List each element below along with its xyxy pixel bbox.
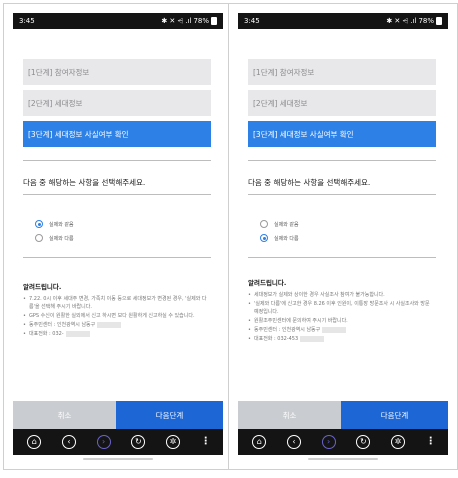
browser-nav-bar: ⌂ ‹ › ↻ ✲ ⋮	[238, 429, 448, 455]
status-time: 3:45	[244, 17, 260, 25]
option-different[interactable]: 실제와 다름	[260, 232, 299, 244]
step-1[interactable]: [1단계] 참여자정보	[248, 59, 436, 85]
phone-screen: 3:45 ✱ ✕ ⩤ .ıl 78% [1단계] 참여자정보 [2단계] 세대정…	[238, 13, 448, 463]
next-step-button[interactable]: 다음단계	[341, 401, 448, 429]
refresh-icon[interactable]: ↻	[356, 435, 371, 449]
more-icon[interactable]: ⋮	[201, 437, 211, 447]
footer-buttons: 취소 다음단계	[238, 401, 448, 429]
divider	[23, 194, 211, 195]
home-icon[interactable]: ⌂	[27, 435, 42, 449]
divider	[23, 257, 211, 258]
notice-item: 동주민센터 : 인천광역시 남동구	[248, 326, 434, 334]
settings-icon[interactable]: ✲	[390, 435, 405, 449]
battery-icon	[211, 17, 217, 25]
redacted-block	[322, 326, 347, 333]
more-icon[interactable]: ⋮	[426, 437, 436, 447]
radio-label: 실제와 같음	[49, 221, 74, 228]
divider	[248, 194, 436, 195]
battery-level: 78%	[418, 17, 434, 25]
phone-screen: 3:45 ✱ ✕ ⩤ .ıl 78% [1단계] 참여자정보 [2단계] 세대정…	[13, 13, 223, 463]
option-same[interactable]: 실제와 같음	[260, 218, 299, 230]
notice-title: 알려드립니다.	[23, 283, 62, 291]
back-icon[interactable]: ‹	[286, 435, 301, 449]
footer-buttons: 취소 다음단계	[13, 401, 223, 429]
refresh-icon[interactable]: ↻	[131, 435, 146, 449]
question-text: 다음 중 해당하는 사항을 선택해주세요.	[23, 178, 146, 187]
redacted-block	[300, 335, 325, 342]
notice-item: 대표전화 : 032-453	[248, 335, 434, 343]
status-bar: 3:45 ✱ ✕ ⩤ .ıl 78%	[13, 13, 223, 29]
screenshot-left: 3:45 ✱ ✕ ⩤ .ıl 78% [1단계] 참여자정보 [2단계] 세대정…	[3, 3, 233, 470]
radio-group: 실제와 같음 실제와 다름	[35, 218, 74, 246]
step-list: [1단계] 참여자정보 [2단계] 세대정보 [3단계] 세대정보 사실여부 확…	[248, 59, 436, 152]
forward-icon[interactable]: ›	[96, 435, 111, 449]
notice-list: 7.22. 0시 이후 세대주 변경, 가족치 이동 등으로 세대정보가 변경된…	[23, 295, 209, 339]
step-2[interactable]: [2단계] 세대정보	[23, 90, 211, 116]
step-list: [1단계] 참여자정보 [2단계] 세대정보 [3단계] 세대정보 사실여부 확…	[23, 59, 211, 152]
option-same[interactable]: 실제와 같음	[35, 218, 74, 230]
option-different[interactable]: 실제와 다름	[35, 232, 74, 244]
next-step-button[interactable]: 다음단계	[116, 401, 223, 429]
radio-label: 실제와 다름	[274, 235, 299, 242]
gesture-bar	[308, 458, 378, 460]
signal-icons: ✱ ✕ ⩤ .ıl	[161, 16, 192, 25]
screenshot-right: 3:45 ✱ ✕ ⩤ .ıl 78% [1단계] 참여자정보 [2단계] 세대정…	[228, 3, 458, 470]
divider	[248, 160, 436, 161]
radio-label: 실제와 다름	[49, 235, 74, 242]
notice-item: 7.22. 0시 이후 세대주 변경, 가족치 이동 등으로 세대정보가 변경된…	[23, 295, 209, 311]
radio-button[interactable]	[35, 220, 43, 228]
battery-level: 78%	[193, 17, 209, 25]
question-text: 다음 중 해당하는 사항을 선택해주세요.	[248, 178, 371, 187]
home-icon[interactable]: ⌂	[252, 435, 267, 449]
redacted-block	[65, 330, 90, 337]
cancel-button[interactable]: 취소	[13, 401, 116, 429]
step-2[interactable]: [2단계] 세대정보	[248, 90, 436, 116]
gesture-bar	[83, 458, 153, 460]
notice-item: 원활조주민센터에 문의하여 주시기 바랍니다.	[248, 317, 434, 325]
notice-title: 알려드립니다.	[248, 279, 287, 287]
signal-icons: ✱ ✕ ⩤ .ıl	[386, 16, 417, 25]
notice-list: 세대정보가 실제와 상이한 경우 사실조사 참여가 불가능합니다. '실제와 다…	[248, 291, 434, 344]
radio-button[interactable]	[260, 234, 268, 242]
divider	[248, 257, 436, 258]
battery-icon	[436, 17, 442, 25]
notice-item: 대표전화 : 032-	[23, 330, 209, 338]
notice-item: 동주민센터 : 인천광역시 남동구	[23, 321, 209, 329]
status-time: 3:45	[19, 17, 35, 25]
back-icon[interactable]: ‹	[61, 435, 76, 449]
radio-group: 실제와 같음 실제와 다름	[260, 218, 299, 246]
step-3[interactable]: [3단계] 세대정보 사실여부 확인	[23, 121, 211, 147]
status-bar: 3:45 ✱ ✕ ⩤ .ıl 78%	[238, 13, 448, 29]
radio-button[interactable]	[260, 220, 268, 228]
radio-button[interactable]	[35, 234, 43, 242]
divider	[23, 160, 211, 161]
browser-nav-bar: ⌂ ‹ › ↻ ✲ ⋮	[13, 429, 223, 455]
radio-label: 실제와 같음	[274, 221, 299, 228]
notice-item: 세대정보가 실제와 상이한 경우 사실조사 참여가 불가능합니다.	[248, 291, 434, 299]
step-3[interactable]: [3단계] 세대정보 사실여부 확인	[248, 121, 436, 147]
notice-item: '실제와 다름'에 신고한 경우 8.26 이후 인원이, 이통장 방문조사 시…	[248, 300, 434, 316]
forward-icon[interactable]: ›	[321, 435, 336, 449]
cancel-button[interactable]: 취소	[238, 401, 341, 429]
notice-item: GPS 수신이 원활한 실외에서 신고 하시면 보다 원활하게 신고하실 수 있…	[23, 312, 209, 320]
settings-icon[interactable]: ✲	[165, 435, 180, 449]
redacted-block	[97, 321, 122, 328]
step-1[interactable]: [1단계] 참여자정보	[23, 59, 211, 85]
